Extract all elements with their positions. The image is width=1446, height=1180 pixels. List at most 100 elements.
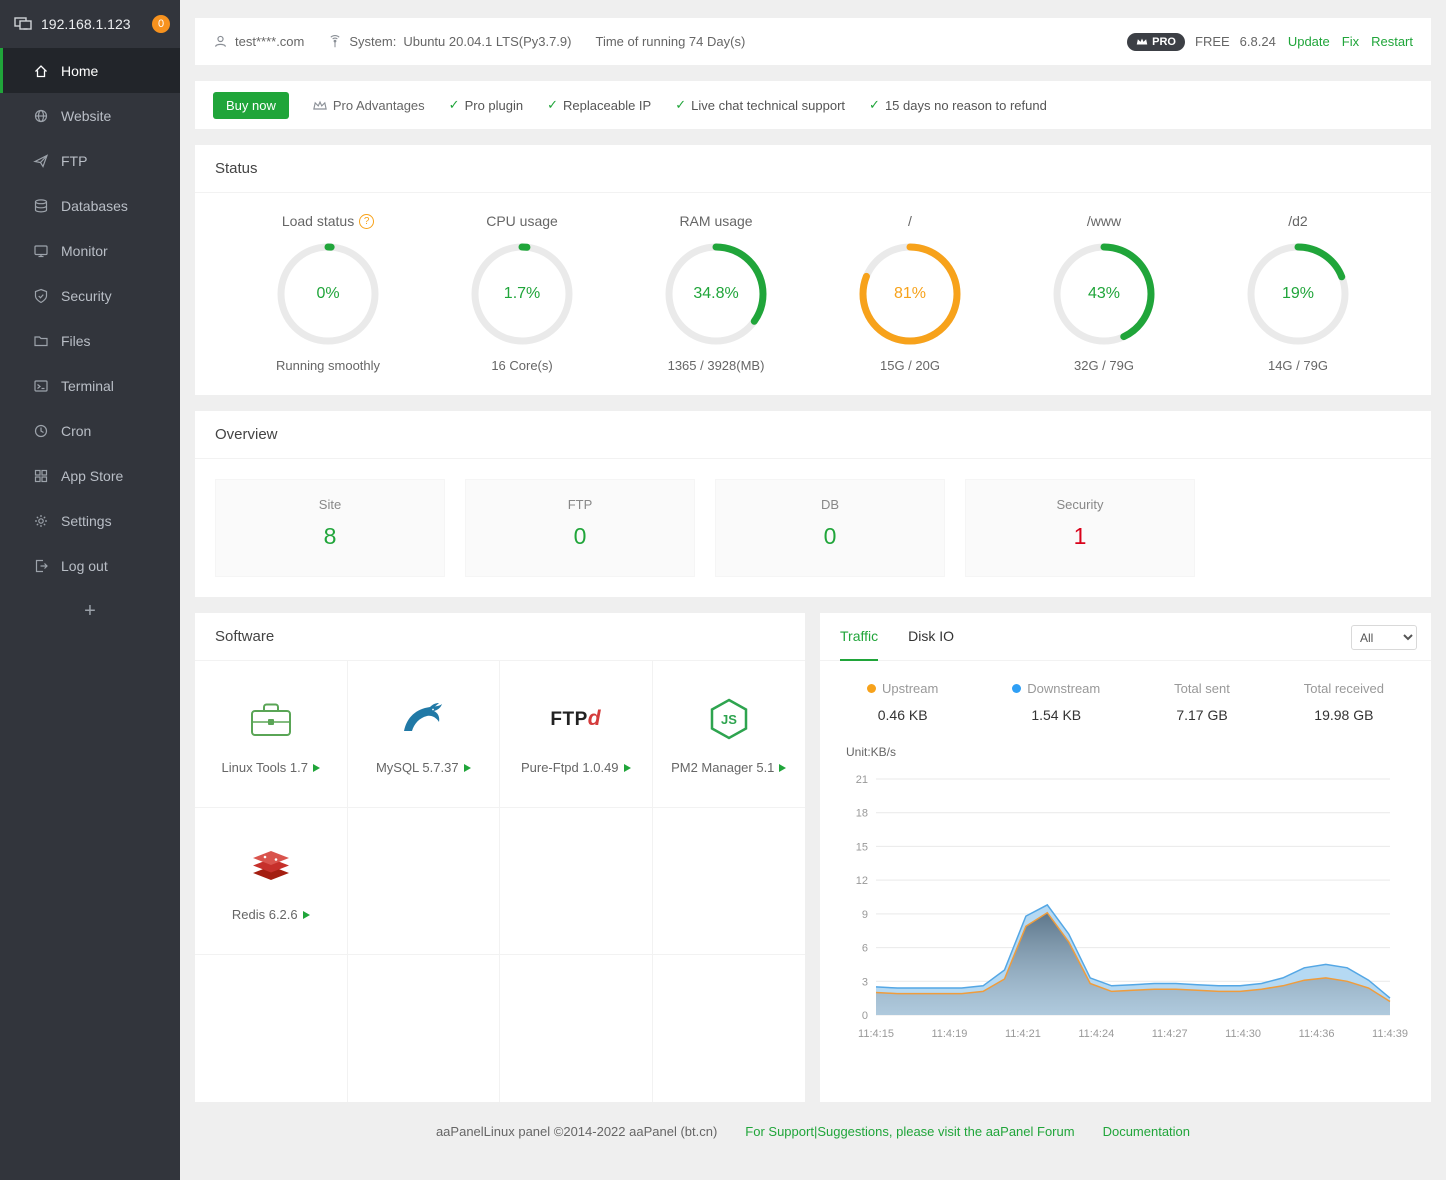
overview-box-site[interactable]: Site 8 <box>215 479 445 577</box>
traffic-filter-select[interactable]: All <box>1351 625 1417 650</box>
mysql-dolphin-icon <box>400 693 446 745</box>
forum-link[interactable]: For Support|Suggestions, please visit th… <box>745 1124 1074 1139</box>
feature-replaceable-ip: ✓Replaceable IP <box>547 97 651 113</box>
sidebar-item-label: Cron <box>61 423 91 439</box>
software-card: Software Linux Tools 1.7 MySQL 5.7.37 <box>195 613 805 1102</box>
overview-value: 1 <box>966 523 1194 550</box>
documentation-link[interactable]: Documentation <box>1103 1124 1190 1139</box>
sidebar-nav: Home Website FTP Databases Monitor Secur… <box>0 48 180 588</box>
software-app-pure-ftpd[interactable]: FTPd Pure-Ftpd 1.0.49 <box>500 661 653 808</box>
gauge-label-text: Load status <box>282 213 354 229</box>
version-label: 6.8.24 <box>1240 34 1276 49</box>
sidebar-item-label: Monitor <box>61 243 108 259</box>
pro-advantages[interactable]: Pro Advantages <box>313 98 425 113</box>
status-gauges: Load status? 0% Running smoothly CPU usa… <box>195 193 1431 395</box>
sidebar: 192.168.1.123 0 Home Website FTP Databas… <box>0 0 180 1180</box>
sidebar-item-security[interactable]: Security <box>0 273 180 318</box>
software-app-redis[interactable]: Redis 6.2.6 <box>195 808 348 955</box>
traffic-tabbar: Traffic Disk IO All <box>820 613 1431 661</box>
overview-title: Overview <box>195 411 1431 459</box>
page-footer: aaPanelLinux panel ©2014-2022 aaPanel (b… <box>195 1102 1431 1160</box>
play-icon[interactable] <box>303 911 310 919</box>
monitor-icon <box>33 243 49 259</box>
folder-icon <box>33 333 49 349</box>
feature-refund: ✓15 days no reason to refund <box>869 97 1047 113</box>
fix-link[interactable]: Fix <box>1342 34 1359 49</box>
legend-total-sent: Total sent 7.17 GB <box>1174 681 1230 723</box>
play-icon[interactable] <box>464 764 471 772</box>
play-icon[interactable] <box>779 764 786 772</box>
overview-box-ftp[interactable]: FTP 0 <box>465 479 695 577</box>
sidebar-item-settings[interactable]: Settings <box>0 498 180 543</box>
gauge-label-text: RAM usage <box>679 213 752 229</box>
software-grid: Linux Tools 1.7 MySQL 5.7.37 FTPd Pure-F… <box>195 661 805 1102</box>
overview-card: Overview Site 8 FTP 0 DB 0 Security 1 <box>195 411 1431 597</box>
restart-link[interactable]: Restart <box>1371 34 1413 49</box>
play-icon[interactable] <box>313 764 320 772</box>
overview-box-db[interactable]: DB 0 <box>715 479 945 577</box>
edition-label: FREE <box>1195 34 1230 49</box>
system-icon <box>328 35 342 49</box>
software-app-linux-tools[interactable]: Linux Tools 1.7 <box>195 661 348 808</box>
account-domain[interactable]: test****.com <box>213 34 304 49</box>
sidebar-item-ftp[interactable]: FTP <box>0 138 180 183</box>
system-info: System: Ubuntu 20.04.1 LTS(Py3.7.9) <box>328 34 571 49</box>
gauge-label-text: / <box>908 213 912 229</box>
software-app-name: PM2 Manager 5.1 <box>671 760 786 775</box>
tab-traffic[interactable]: Traffic <box>840 613 878 661</box>
feature-label: 15 days no reason to refund <box>885 98 1047 113</box>
gauge-value: 1.7% <box>470 242 574 346</box>
play-icon[interactable] <box>624 764 631 772</box>
gauge-ring: 0% <box>276 242 380 346</box>
software-app-pm2[interactable]: JS PM2 Manager 5.1 <box>653 661 806 808</box>
sidebar-item-app-store[interactable]: App Store <box>0 453 180 498</box>
overview-label: FTP <box>466 497 694 512</box>
svg-text:JS: JS <box>721 712 737 727</box>
bottom-row: Software Linux Tools 1.7 MySQL 5.7.37 <box>195 613 1431 1102</box>
sidebar-item-cron[interactable]: Cron <box>0 408 180 453</box>
sidebar-item-website[interactable]: Website <box>0 93 180 138</box>
svg-text:11:4:39: 11:4:39 <box>1372 1028 1408 1040</box>
sidebar-item-home[interactable]: Home <box>0 48 180 93</box>
system-value: Ubuntu 20.04.1 LTS(Py3.7.9) <box>403 34 571 49</box>
legend-label: Downstream <box>1027 681 1100 696</box>
pro-badge[interactable]: PRO <box>1127 33 1185 51</box>
overview-box-security[interactable]: Security 1 <box>965 479 1195 577</box>
buy-now-button[interactable]: Buy now <box>213 92 289 119</box>
svg-text:3: 3 <box>862 976 868 988</box>
software-empty-cell <box>195 955 348 1102</box>
gauge-sublabel: 14G / 79G <box>1246 358 1350 373</box>
svg-text:11:4:15: 11:4:15 <box>858 1028 894 1040</box>
legend-label: Upstream <box>882 681 938 696</box>
software-app-name: MySQL 5.7.37 <box>376 760 471 775</box>
crown-icon <box>1136 37 1148 46</box>
sidebar-item-databases[interactable]: Databases <box>0 183 180 228</box>
gauge-ring: 34.8% <box>664 242 768 346</box>
sidebar-item-files[interactable]: Files <box>0 318 180 363</box>
sidebar-item-logout[interactable]: Log out <box>0 543 180 588</box>
status-title: Status <box>195 145 1431 193</box>
gauge-disk-d2: /d2 19% 14G / 79G <box>1246 207 1350 373</box>
software-empty-cell <box>653 955 806 1102</box>
chart-unit-label: Unit:KB/s <box>820 727 1431 761</box>
software-app-name: Redis 6.2.6 <box>232 907 310 922</box>
server-ip-header[interactable]: 192.168.1.123 0 <box>0 0 180 48</box>
help-icon[interactable]: ? <box>359 214 374 229</box>
gauge-ram-usage: RAM usage 34.8% 1365 / 3928(MB) <box>664 207 768 373</box>
pro-badge-label: PRO <box>1152 36 1176 48</box>
legend-value: 19.98 GB <box>1304 707 1384 723</box>
clock-icon <box>33 423 49 439</box>
gauge-cpu-usage: CPU usage 1.7% 16 Core(s) <box>470 207 574 373</box>
uptime-text: Time of running 74 Day(s) <box>595 34 745 49</box>
gauge-value: 19% <box>1246 242 1350 346</box>
home-icon <box>33 63 49 79</box>
message-count-badge[interactable]: 0 <box>152 15 170 33</box>
sidebar-add-button[interactable]: + <box>0 588 180 634</box>
toolbox-icon <box>249 693 293 745</box>
sidebar-item-monitor[interactable]: Monitor <box>0 228 180 273</box>
sidebar-item-terminal[interactable]: Terminal <box>0 363 180 408</box>
update-link[interactable]: Update <box>1288 34 1330 49</box>
tab-disk-io[interactable]: Disk IO <box>908 613 954 661</box>
software-app-mysql[interactable]: MySQL 5.7.37 <box>348 661 501 808</box>
gauge-value: 81% <box>858 242 962 346</box>
